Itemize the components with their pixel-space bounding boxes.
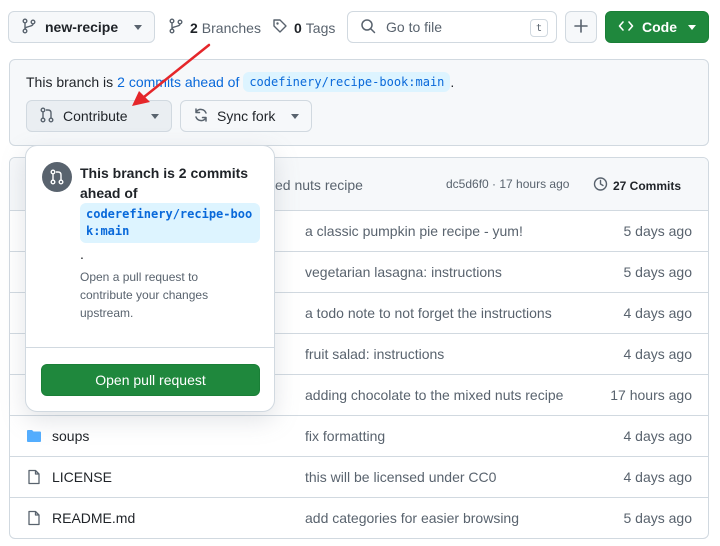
code-button[interactable]: Code: [605, 11, 709, 43]
file-icon: [26, 469, 42, 488]
file-commit-date: 5 days ago: [623, 223, 693, 239]
contribute-popover: This branch is 2 commits ahead of codere…: [25, 145, 275, 412]
git-branch-icon: [21, 18, 37, 37]
chevron-down-icon: [688, 25, 696, 30]
file-commit-date: 4 days ago: [623, 305, 693, 321]
file-commit-message[interactable]: a classic pumpkin pie recipe - yum!: [305, 223, 575, 239]
tags-label: Tags: [305, 19, 336, 36]
branch-name: new-recipe: [45, 19, 119, 35]
fork-status-text: This branch is 2 commits ahead of codefi…: [26, 72, 454, 92]
file-commit-date: 17 hours ago: [610, 387, 692, 403]
file-commit-date: 5 days ago: [623, 510, 693, 526]
file-commit-date: 4 days ago: [623, 346, 693, 362]
table-row[interactable]: README.md add categories for easier brow…: [10, 498, 708, 538]
file-commit-date: 5 days ago: [623, 264, 693, 280]
commits-count: 27 Commits: [613, 178, 682, 193]
fork-status-banner: This branch is 2 commits ahead of codefi…: [9, 59, 709, 146]
file-commit-message[interactable]: adding chocolate to the mixed nuts recip…: [305, 387, 575, 403]
file-commit-message[interactable]: fruit salad: instructions: [305, 346, 575, 362]
file-commit-message[interactable]: fix formatting: [305, 428, 575, 444]
file-commit-message[interactable]: add categories for easier browsing: [305, 510, 575, 526]
git-pull-request-icon: [39, 107, 55, 126]
branches-link[interactable]: 2 Branches: [168, 18, 261, 37]
upstream-ref[interactable]: codefinery/recipe-book:main: [243, 72, 451, 92]
file-name[interactable]: README.md: [52, 510, 135, 526]
code-icon: [618, 18, 634, 37]
file-commit-date: 4 days ago: [623, 469, 693, 485]
sync-fork-button[interactable]: Sync fork: [180, 100, 312, 132]
git-branch-icon: [168, 18, 184, 37]
popover-title: This branch is 2 commits ahead of: [80, 165, 249, 201]
open-pull-request-button[interactable]: Open pull request: [41, 364, 260, 396]
table-row[interactable]: soups fix formatting 4 days ago: [10, 416, 708, 457]
contribute-label: Contribute: [63, 108, 128, 124]
commits-ahead-link[interactable]: 2 commits ahead of: [117, 74, 239, 90]
contribute-button[interactable]: Contribute: [26, 100, 172, 132]
keyboard-shortcut: t: [530, 19, 548, 37]
popover-upstream-ref[interactable]: coderefinery/recipe-book:main: [80, 203, 260, 243]
tag-icon: [272, 18, 288, 37]
file-commit-date: 4 days ago: [623, 428, 693, 444]
repo-toolbar: new-recipe 2 Branches 0 Tags Go to file …: [0, 0, 720, 54]
add-file-button[interactable]: [565, 11, 597, 43]
plus-icon: [573, 18, 589, 37]
tags-count: 0: [294, 19, 302, 36]
commits-history-link[interactable]: 27 Commits: [592, 176, 681, 195]
go-to-file-input[interactable]: Go to file t: [347, 11, 557, 43]
popover-description: Open a pull request to contribute your c…: [80, 270, 209, 320]
history-clock-icon: [592, 176, 608, 195]
search-placeholder: Go to file: [386, 19, 443, 35]
table-row[interactable]: LICENSE this will be licensed under CC0 …: [10, 457, 708, 498]
popover-title-period: .: [80, 246, 84, 262]
folder-icon: [26, 428, 42, 447]
git-pull-request-icon: [42, 162, 72, 192]
tags-link[interactable]: 0 Tags: [272, 18, 335, 37]
latest-commit-message[interactable]: xed nuts recipe: [268, 177, 363, 193]
popover-divider: [26, 347, 274, 348]
search-icon: [360, 18, 376, 37]
file-name[interactable]: soups: [52, 428, 89, 444]
latest-commit-hash-time[interactable]: dc5d6f0 · 17 hours ago: [446, 177, 569, 191]
branches-count: 2: [190, 19, 198, 36]
file-icon: [26, 510, 42, 529]
sync-icon: [193, 107, 209, 126]
file-name[interactable]: LICENSE: [52, 469, 112, 485]
code-button-label: Code: [642, 19, 677, 35]
file-commit-message[interactable]: a todo note to not forget the instructio…: [305, 305, 575, 321]
branch-selector-button[interactable]: new-recipe: [8, 11, 155, 43]
file-commit-message[interactable]: this will be licensed under CC0: [305, 469, 575, 485]
chevron-down-icon: [134, 25, 142, 30]
status-suffix: .: [450, 74, 455, 90]
sync-fork-label: Sync fork: [217, 108, 276, 124]
chevron-down-icon: [291, 114, 299, 119]
chevron-down-icon: [151, 114, 159, 119]
file-commit-message[interactable]: vegetarian lasagna: instructions: [305, 264, 575, 280]
branches-label: Branches: [201, 19, 261, 36]
status-prefix: This branch is: [26, 74, 114, 90]
